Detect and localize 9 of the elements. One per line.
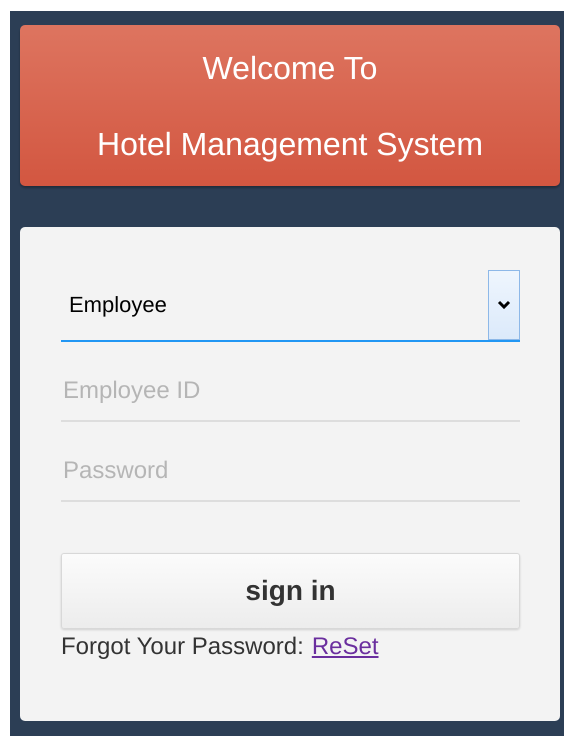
forgot-password-text: Forgot Your Password:: [61, 633, 304, 661]
header-title: Welcome To: [202, 50, 378, 86]
role-select[interactable]: Employee: [61, 270, 520, 342]
sign-in-button[interactable]: sign in: [61, 553, 520, 629]
input-field[interactable]: Password: [61, 422, 520, 502]
header-title: Hotel Management System: [97, 126, 483, 162]
reset-link[interactable]: ReSet: [312, 633, 379, 661]
input-field[interactable]: Employee ID: [61, 342, 520, 422]
chevron-down-icon: [497, 300, 511, 310]
